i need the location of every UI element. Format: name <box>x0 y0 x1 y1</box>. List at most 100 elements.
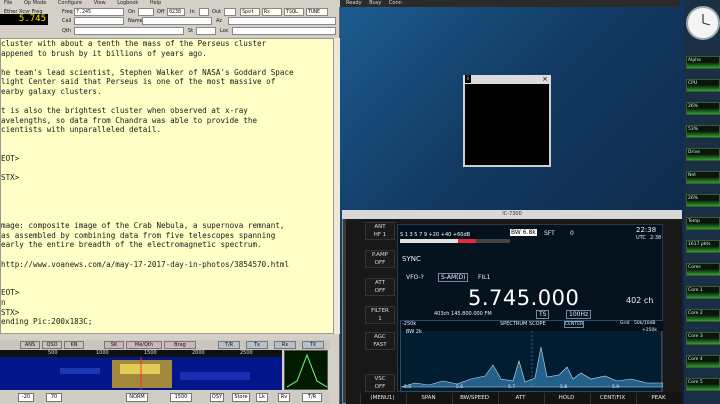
digiscope-graphic <box>286 353 328 388</box>
macro-button[interactable]: Tx <box>246 341 268 349</box>
meter-gadget[interactable]: 26% <box>686 102 720 115</box>
macro-button[interactable]: TX <box>302 341 324 349</box>
frequency-display[interactable]: 5.745 <box>0 14 48 25</box>
menu-op-mode[interactable]: Op Mode <box>24 0 46 6</box>
ts-badge[interactable]: TS <box>536 310 550 319</box>
out-field[interactable] <box>224 8 236 16</box>
st-field[interactable] <box>196 27 216 35</box>
scope-left: -250k <box>402 321 417 327</box>
meter-gadget[interactable]: Net <box>686 171 720 184</box>
menu-view[interactable]: View <box>94 0 106 6</box>
menu-configure[interactable]: Configure <box>58 0 82 6</box>
rig-side-button-state: 1 <box>378 316 382 322</box>
spot-button[interactable]: Spot <box>240 8 260 16</box>
gadget-graph <box>687 269 720 275</box>
blank-window-titlebar[interactable]: i × <box>463 75 551 84</box>
macro-button[interactable]: T/R <box>218 341 240 349</box>
meter-gadget[interactable]: Core 1 <box>686 286 720 299</box>
rig-side-button[interactable]: ATT OFF <box>365 278 395 296</box>
call-field[interactable] <box>74 17 124 25</box>
meter-gadget[interactable]: Core 2 <box>686 309 720 322</box>
mode-readout[interactable]: S-AM(D) <box>438 273 469 282</box>
macro-button[interactable]: ANS <box>20 341 40 349</box>
bw-readout: BW 6.8k <box>510 229 537 236</box>
receive-text-pane[interactable]: cluster with about a tenth the mass of t… <box>0 38 334 334</box>
menu-help[interactable]: Help <box>150 0 161 6</box>
tray-ready: Ready <box>346 0 362 6</box>
in-field[interactable] <box>199 8 209 16</box>
meter-gadget[interactable]: 1617 pkts <box>686 240 720 253</box>
rx-button[interactable]: Rx <box>262 8 282 16</box>
gadget-graph <box>687 62 720 68</box>
call-label: Call <box>62 18 72 24</box>
rig-softkey[interactable]: ATT <box>498 393 542 404</box>
macro-button[interactable]: Brag <box>164 341 196 349</box>
name-label: Name <box>128 18 143 24</box>
rig-side-button[interactable]: FILTER 1 <box>365 306 395 324</box>
rig-softkey[interactable]: PEAK <box>636 393 680 404</box>
receive-line <box>1 135 333 145</box>
freq-field[interactable]: 7.245 <box>74 8 124 16</box>
level-field[interactable]: 70 <box>46 393 62 402</box>
out-label: Out <box>212 9 222 15</box>
clock-face-icon <box>702 14 711 26</box>
macro-button[interactable]: SK <box>104 341 124 349</box>
macro-button[interactable]: Me/Qth <box>126 341 162 349</box>
qsy-button[interactable]: QSY <box>210 393 224 402</box>
rig-softkey[interactable]: HOLD <box>544 393 588 404</box>
macro-button[interactable]: KN <box>64 341 84 349</box>
rig-side-button[interactable]: ANT HF 1 <box>365 222 395 240</box>
rig-side-button[interactable]: P.AMP OFF <box>365 250 395 268</box>
meter-gadget[interactable]: 26% <box>686 194 720 207</box>
menu-logbook[interactable]: Logbook <box>117 0 138 6</box>
reverse-button[interactable]: Rv <box>278 393 290 402</box>
receive-scrollbar[interactable] <box>334 38 340 334</box>
meter-gadget[interactable]: 53% <box>686 125 720 138</box>
tune-button[interactable]: TUNE <box>306 8 328 16</box>
on-field[interactable] <box>138 8 154 16</box>
norm-button[interactable]: NORM <box>126 393 148 402</box>
clock-gadget[interactable] <box>686 6 720 40</box>
meter-gadget[interactable]: Alpha <box>686 56 720 69</box>
meter-gadget[interactable]: CPU <box>686 79 720 92</box>
spectrum-scope[interactable] <box>400 320 664 392</box>
rig-softkey[interactable]: CENT/FIX <box>590 393 634 404</box>
rig-side-button[interactable]: AGC FAST <box>365 332 395 350</box>
gadget-graph <box>687 154 720 160</box>
az-label: Az <box>216 18 223 24</box>
lock-button[interactable]: Lk <box>256 393 268 402</box>
rig-softkey[interactable]: SPAN <box>406 393 450 404</box>
macro-button[interactable]: QSO <box>42 341 62 349</box>
tsql-button[interactable]: TSQL <box>284 8 304 16</box>
rig-side-button-label: ATT <box>375 280 385 286</box>
name-field[interactable] <box>142 17 212 25</box>
store-button[interactable]: Store <box>232 393 250 402</box>
rig-softkey[interactable]: BW/SPEED <box>452 393 496 404</box>
az-field[interactable] <box>228 17 336 25</box>
tr-button[interactable]: T/R <box>302 393 322 402</box>
close-icon[interactable]: × <box>542 75 548 83</box>
receive-line: light Center said that Perseus is one of… <box>1 77 276 87</box>
meter-gadget[interactable]: Temp <box>686 217 720 230</box>
meter-gadget[interactable]: Drive <box>686 148 720 161</box>
rig-window-title[interactable]: IC-7300 <box>342 210 682 219</box>
gadget-graph <box>687 292 720 298</box>
meter-gadget[interactable]: Core 3 <box>686 332 720 345</box>
meter-gadget[interactable]: Core 5 <box>686 378 720 391</box>
meter-gadget[interactable]: Cores <box>686 263 720 276</box>
rig-frequency[interactable]: 5.745.000 <box>468 286 579 310</box>
qth-field[interactable] <box>74 27 184 35</box>
rig-softkey[interactable]: (MENU1) <box>360 393 404 404</box>
menu-file[interactable]: File <box>4 0 12 6</box>
scope-center-badge[interactable]: CENTER <box>564 321 585 328</box>
offset-field[interactable]: -20 <box>18 393 34 402</box>
off-field[interactable]: 0238 <box>167 8 185 16</box>
receive-line: STX> <box>1 173 20 183</box>
macro-button[interactable]: Rx <box>274 341 296 349</box>
loc-field[interactable] <box>232 27 336 35</box>
rig-side-button[interactable]: VSC OFF <box>365 374 395 392</box>
rig-side-button-label: FILTER <box>371 308 389 314</box>
meter-gadget[interactable]: Core 4 <box>686 355 720 368</box>
step-readout[interactable]: 100Hz <box>566 310 592 319</box>
carrier-field[interactable]: 1500 <box>170 393 192 402</box>
